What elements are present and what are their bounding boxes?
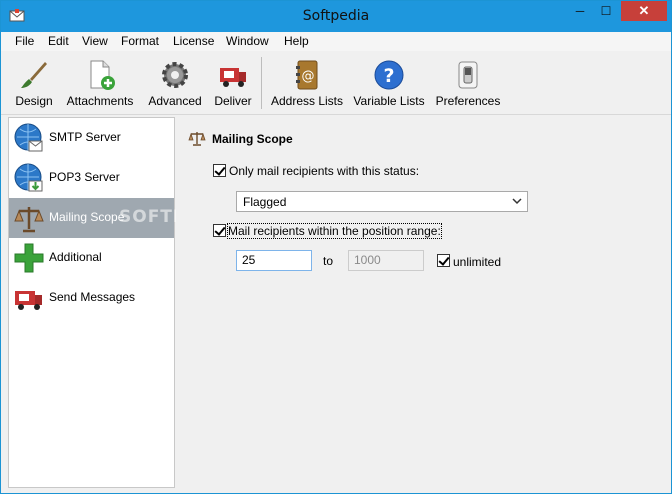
sidebar-item-additional[interactable]: Additional [9, 238, 174, 278]
address-book-icon: @ [296, 60, 318, 90]
range-to-input[interactable]: 1000 [348, 250, 424, 271]
close-button[interactable]: ✕ [621, 1, 667, 21]
attachment-document-icon [90, 60, 115, 90]
title-bar[interactable]: Softpedia ─ ☐ ✕ [1, 1, 671, 32]
sidebar-item-pop3-server[interactable]: POP3 Server [9, 158, 174, 198]
toolbar-label: Advanced [148, 94, 202, 108]
mail-truck-icon [15, 291, 42, 310]
toolbar: Design Attachments Advanced Deliver @ Ad… [1, 51, 671, 115]
sidebar-item-mailing-scope[interactable]: Mailing Scope SOFTPEDIA [9, 198, 235, 238]
toolbar-deliver-button[interactable]: Deliver [211, 55, 255, 113]
globe-mail-icon [14, 123, 43, 152]
sidebar-item-label: Send Messages [49, 290, 136, 304]
sidebar: SMTP Server POP3 Server Mailing Scope SO… [8, 117, 235, 488]
toolbar-separator [261, 57, 262, 109]
globe-download-icon [14, 163, 43, 192]
scales-icon [188, 132, 206, 146]
menu-view[interactable]: View [82, 34, 108, 48]
sidebar-item-label: SMTP Server [49, 130, 121, 144]
sidebar-item-label: Additional [49, 250, 102, 264]
toolbar-variable-lists-button[interactable]: ? Variable Lists [351, 55, 427, 113]
menu-file[interactable]: File [15, 34, 34, 48]
maximize-button[interactable]: ☐ [593, 1, 619, 21]
switch-icon [458, 61, 478, 89]
toolbar-label: Address Lists [270, 94, 344, 108]
toolbar-attachments-button[interactable]: Attachments [63, 55, 137, 113]
status-select[interactable]: Flagged [236, 191, 528, 212]
menu-edit[interactable]: Edit [48, 34, 69, 48]
menu-license[interactable]: License [173, 34, 214, 48]
svg-text:?: ? [383, 65, 394, 87]
minimize-button[interactable]: ─ [567, 1, 593, 21]
position-range-checkbox[interactable] [213, 224, 226, 237]
toolbar-label: Design [15, 94, 53, 108]
svg-text:@: @ [302, 69, 315, 84]
mailing-scope-panel: Mailing Scope Only mail recipients with … [176, 117, 671, 488]
status-select-value: Flagged [243, 195, 287, 209]
menu-help[interactable]: Help [284, 34, 309, 48]
toolbar-label: Preferences [435, 94, 501, 108]
toolbar-label: Attachments [66, 94, 134, 108]
section-title: Mailing Scope [212, 132, 293, 146]
unlimited-checkbox-label[interactable]: unlimited [453, 255, 501, 269]
paintbrush-icon [21, 62, 47, 88]
range-to-label: to [323, 254, 334, 268]
menu-bar: File Edit View Format License Window Hel… [1, 32, 671, 51]
app-window: Softpedia ─ ☐ ✕ File Edit View Format Li… [0, 0, 672, 494]
toolbar-advanced-button[interactable]: Advanced [144, 55, 206, 113]
position-range-checkbox-label[interactable]: Mail recipients within the position rang… [227, 223, 442, 239]
toolbar-label: Deliver [214, 94, 252, 108]
range-from-input[interactable]: 25 [236, 250, 312, 271]
sidebar-item-label: POP3 Server [49, 170, 120, 184]
toolbar-preferences-button[interactable]: Preferences [433, 55, 503, 113]
plus-icon [14, 243, 44, 273]
chevron-down-icon [512, 198, 522, 205]
toolbar-address-lists-button[interactable]: @ Address Lists [269, 55, 345, 113]
sidebar-item-label: Mailing Scope [49, 210, 125, 224]
scales-icon [14, 207, 44, 233]
sidebar-item-smtp-server[interactable]: SMTP Server [9, 118, 174, 158]
status-checkbox-label[interactable]: Only mail recipients with this status: [229, 164, 419, 178]
toolbar-label: Variable Lists [353, 94, 425, 108]
mail-truck-icon [220, 68, 246, 87]
gear-icon [162, 62, 188, 88]
unlimited-checkbox[interactable] [437, 254, 450, 267]
help-question-icon: ? [374, 60, 404, 90]
menu-window[interactable]: Window [226, 34, 269, 48]
menu-format[interactable]: Format [121, 34, 159, 48]
status-checkbox[interactable] [213, 164, 226, 177]
toolbar-design-button[interactable]: Design [7, 55, 61, 113]
sidebar-item-send-messages[interactable]: Send Messages [9, 278, 174, 318]
